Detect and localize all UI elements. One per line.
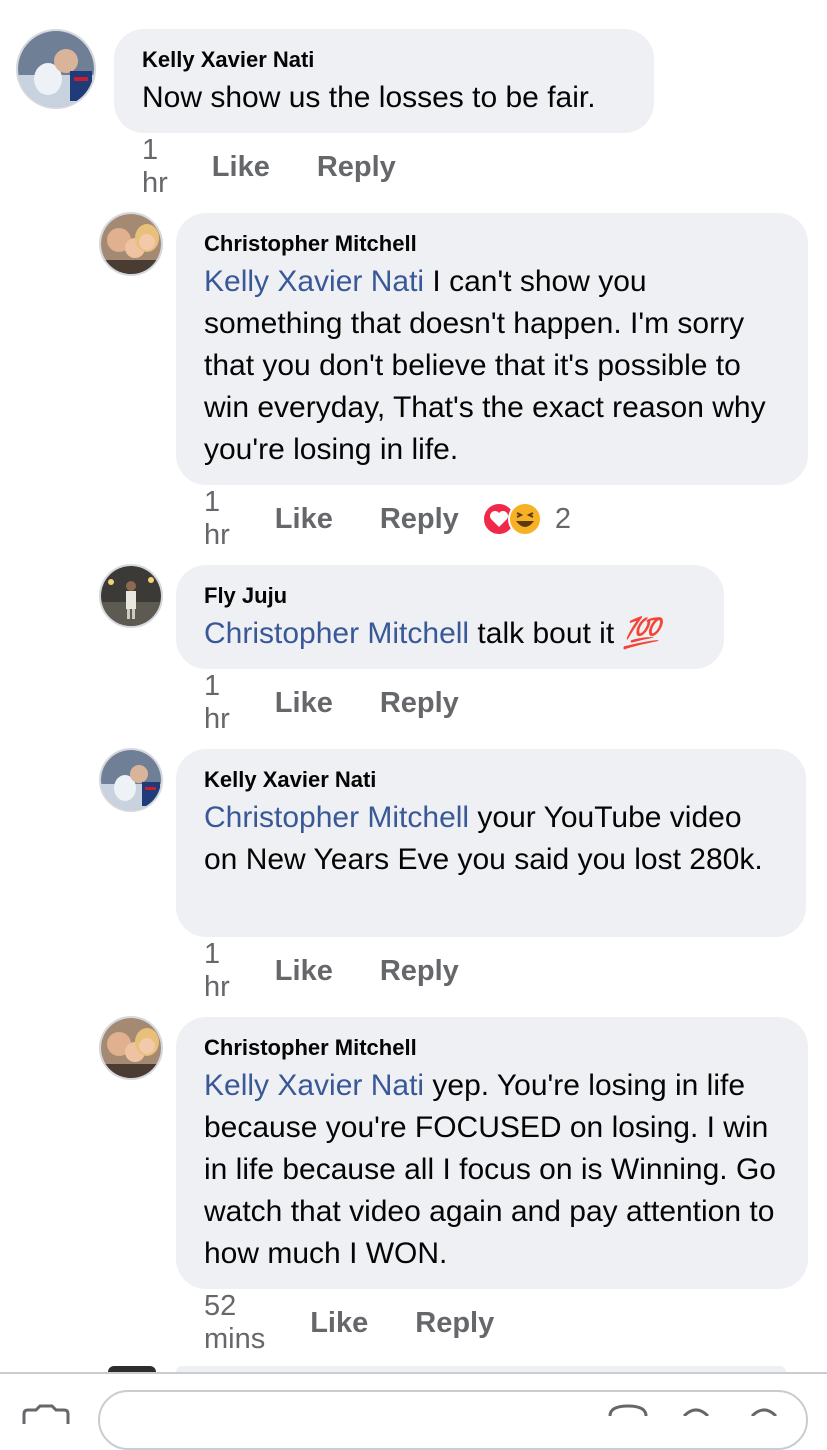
comment-bubble[interactable]: Christopher Mitchell Kelly Xavier Nati I…	[176, 213, 808, 485]
reply-button[interactable]: Reply	[317, 151, 396, 184]
comment-actions: 1 hr Like Reply	[204, 938, 459, 1003]
comment-text: Christopher Mitchell talk bout it 💯	[204, 613, 696, 655]
reactions-summary[interactable]: 2	[481, 501, 571, 537]
hundred-points-emoji: 💯	[622, 617, 660, 650]
haha-reaction-icon	[507, 502, 542, 536]
comment-bubble[interactable]: Kelly Xavier Nati Christopher Mitchell y…	[176, 749, 806, 937]
mention-link[interactable]: Christopher Mitchell	[204, 617, 469, 650]
comment-author[interactable]: Kelly Xavier Nati	[142, 45, 626, 75]
reply-button[interactable]: Reply	[415, 1307, 494, 1340]
like-button[interactable]: Like	[275, 955, 333, 988]
reply-button[interactable]: Reply	[380, 503, 459, 536]
timestamp[interactable]: 1 hr	[204, 938, 230, 1004]
profile-photo	[101, 214, 161, 274]
reply-button[interactable]: Reply	[380, 955, 459, 988]
timestamp[interactable]: 52 mins	[204, 1290, 265, 1356]
reaction-count: 2	[554, 502, 571, 535]
comment-text: Kelly Xavier Nati I can't show you somet…	[204, 261, 780, 471]
comment-author[interactable]: Christopher Mitchell	[204, 229, 780, 259]
comment-author[interactable]: Kelly Xavier Nati	[204, 765, 778, 795]
timestamp[interactable]: 1 hr	[142, 134, 168, 200]
comment-body: Now show us the losses to be fair.	[142, 81, 596, 114]
comment-actions: 1 hr Like Reply 2	[204, 486, 571, 551]
profile-photo	[101, 750, 161, 810]
comment-actions: 1 hr Like Reply	[142, 134, 396, 199]
comment-text: Christopher Mitchell your YouTube video …	[204, 797, 778, 881]
comment-author[interactable]: Fly Juju	[204, 581, 696, 611]
comment-actions: 1 hr Like Reply	[204, 670, 459, 735]
gif-icon[interactable]	[680, 1404, 712, 1416]
camera-icon[interactable]	[20, 1404, 72, 1424]
avatar[interactable]	[99, 212, 163, 276]
avatar[interactable]	[99, 1016, 163, 1080]
comment-bubble[interactable]: Christopher Mitchell Kelly Xavier Nati y…	[176, 1017, 808, 1289]
profile-photo	[101, 1018, 161, 1078]
comment-body: talk bout it	[469, 617, 623, 650]
like-button[interactable]: Like	[275, 503, 333, 536]
emoji-icon[interactable]	[606, 1404, 650, 1416]
comment-bubble[interactable]: Fly Juju Christopher Mitchell talk bout …	[176, 565, 724, 669]
comment-input[interactable]	[98, 1390, 808, 1450]
composer-divider	[0, 1372, 827, 1374]
sticker-icon[interactable]	[748, 1404, 780, 1416]
comment-text: Now show us the losses to be fair.	[142, 77, 626, 119]
comment-author[interactable]: Christopher Mitchell	[204, 1033, 780, 1063]
like-button[interactable]: Like	[212, 151, 270, 184]
avatar[interactable]	[99, 748, 163, 812]
reply-button[interactable]: Reply	[380, 687, 459, 720]
profile-photo	[101, 566, 161, 626]
like-button[interactable]: Like	[275, 687, 333, 720]
timestamp[interactable]: 1 hr	[204, 486, 230, 552]
avatar[interactable]	[99, 564, 163, 628]
like-button[interactable]: Like	[310, 1307, 368, 1340]
mention-link[interactable]: Christopher Mitchell	[204, 801, 469, 834]
timestamp[interactable]: 1 hr	[204, 670, 230, 736]
reaction-icons	[481, 502, 542, 536]
comment-text: Kelly Xavier Nati yep. You're losing in …	[204, 1065, 780, 1275]
comment-actions: 52 mins Like Reply	[204, 1290, 494, 1355]
mention-link[interactable]: Kelly Xavier Nati	[204, 265, 424, 298]
profile-photo	[18, 31, 94, 107]
comment-bubble[interactable]: Kelly Xavier Nati Now show us the losses…	[114, 29, 654, 133]
avatar[interactable]	[16, 29, 96, 109]
mention-link[interactable]: Kelly Xavier Nati	[204, 1069, 424, 1102]
